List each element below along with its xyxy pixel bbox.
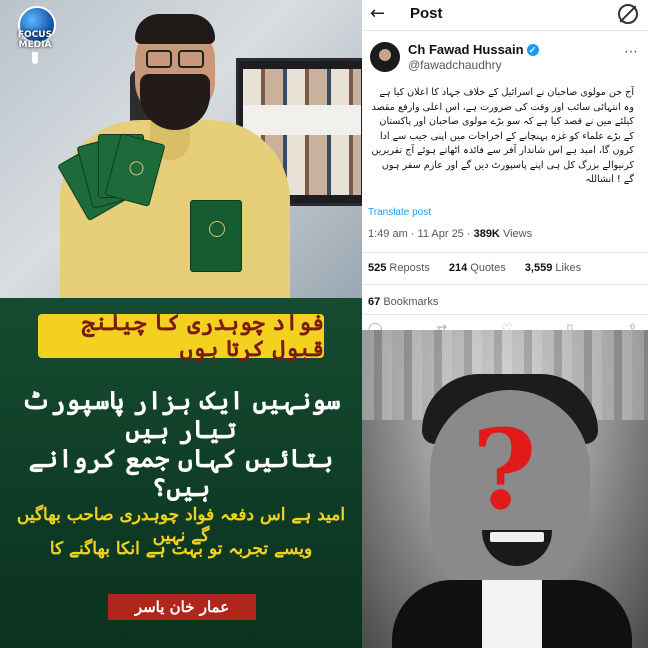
post-meta: 1:49 am · 11 Apr 25 · 389K Views [368, 228, 533, 240]
host-photo: FOCUS MEDIA [0, 0, 362, 298]
quote-line-2: بتائیں کہاں جمع کروانے ہیں؟ [28, 444, 334, 502]
post-title: Post [410, 5, 443, 22]
glasses [146, 50, 204, 68]
post-header: ← Post [362, 0, 648, 28]
passport-stack [190, 200, 242, 272]
sub-line-2: ویسے تجربہ تو بہت ہے انکا بھاگنے کا [49, 539, 313, 559]
likes-stat[interactable]: 3,559 Likes [525, 262, 589, 274]
question-mark-icon: ? [472, 405, 537, 534]
translate-post-link[interactable]: Translate post [368, 207, 431, 218]
author-name[interactable]: Ch Fawad Hussain ✓ [408, 42, 539, 57]
headline-banner: فواد چوہدری کا چیلنج قبول کرتا ہوں [38, 310, 324, 362]
post-body: آج جن مولوی صاحبان نے اسرائیل کے خلاف جہ… [371, 87, 634, 185]
verified-badge-icon: ✓ [526, 44, 539, 56]
slashed-circle-icon[interactable] [618, 4, 638, 24]
author-handle[interactable]: @fawadchaudhry [408, 58, 502, 72]
focus-media-logo: FOCUS MEDIA [8, 6, 62, 64]
bookmarks-stat[interactable]: 67 Bookmarks [368, 296, 438, 308]
bw-portrait-photo: ? [362, 330, 648, 648]
engagement-stats: 525 Reposts 214 Quotes 3,559 Likes [368, 262, 597, 274]
passports-fan [57, 130, 166, 240]
more-icon[interactable]: ⋯ [624, 44, 638, 60]
quotes-stat[interactable]: 214 Quotes [449, 262, 514, 274]
reposts-stat[interactable]: 525 Reposts [368, 262, 438, 274]
arrow-left-icon[interactable]: ← [370, 3, 385, 24]
avatar[interactable] [370, 42, 400, 72]
author-label: عمار خان یاسر [108, 594, 256, 620]
quote-line-1: سونہیں ایک ہزار پاسپورٹ تیار ہیں [21, 386, 341, 444]
